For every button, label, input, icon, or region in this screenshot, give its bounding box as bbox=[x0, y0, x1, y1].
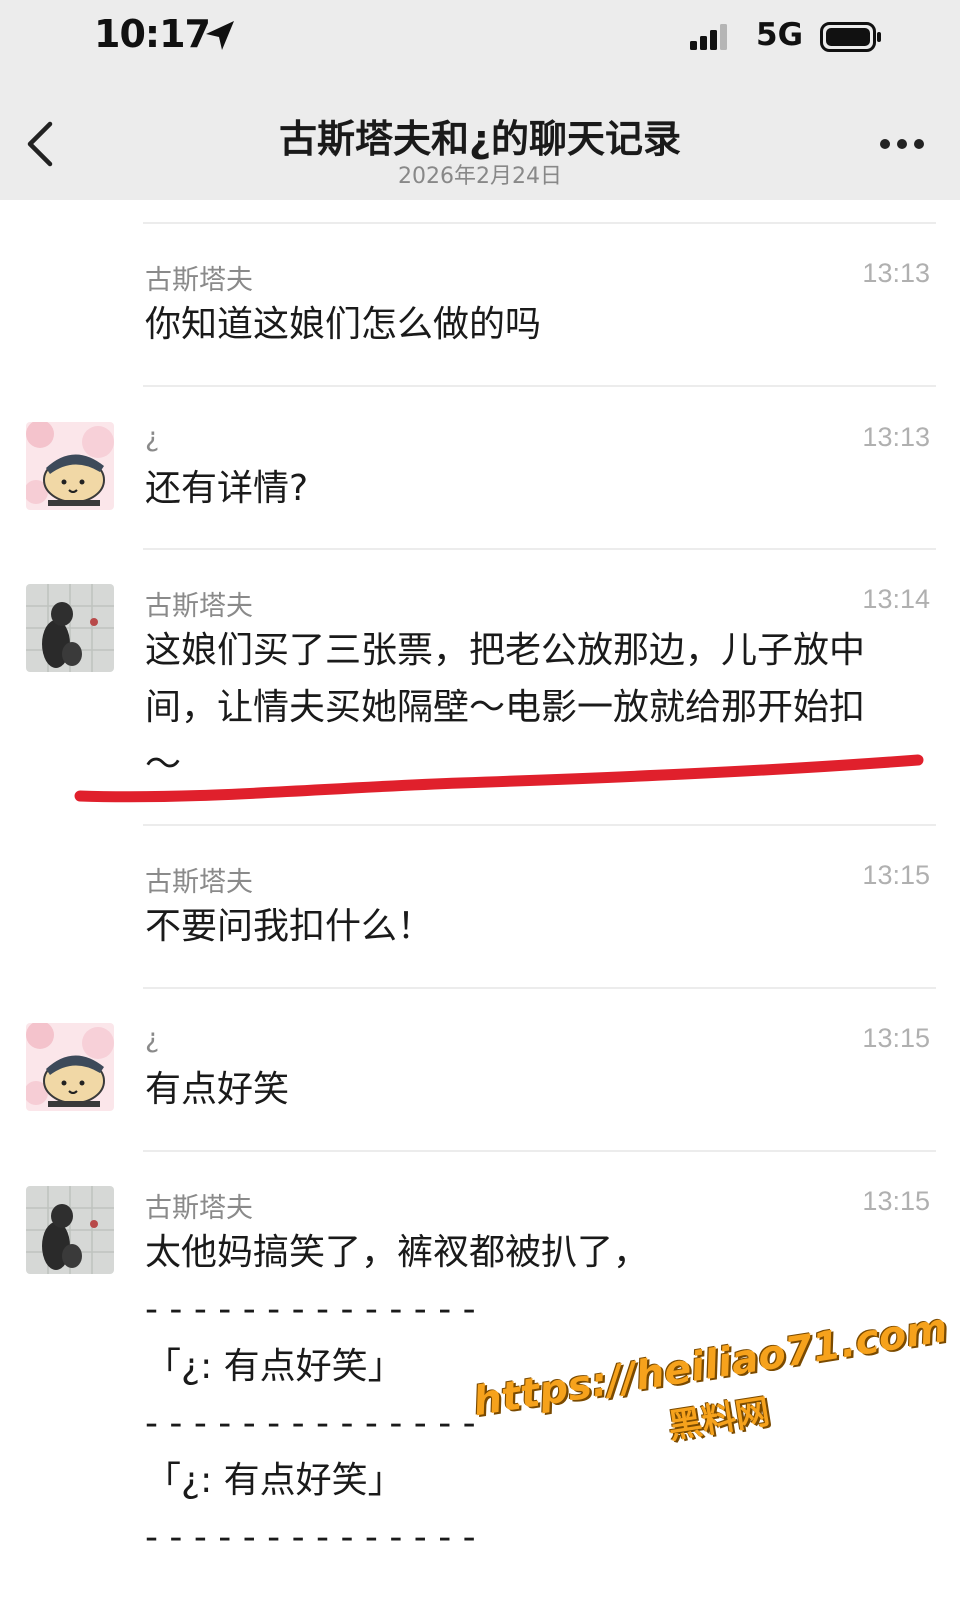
message-text: 有点好笑 bbox=[145, 1061, 925, 1118]
more-icon[interactable] bbox=[878, 136, 926, 152]
message-time: 13:14 bbox=[862, 584, 930, 614]
message-sender: 古斯塔夫 bbox=[145, 265, 253, 296]
photo-avatar-icon bbox=[26, 1186, 114, 1274]
separator-line: - - - - - - - - - - - - - - bbox=[145, 1517, 476, 1558]
message-line: 间，让情夫买她隔壁～电影一放就给那开始扣 bbox=[145, 687, 866, 728]
message-line: 有点好笑 bbox=[145, 1069, 290, 1110]
divider bbox=[143, 987, 936, 989]
divider bbox=[143, 548, 936, 550]
message-line: 太他妈搞笑了，裤衩都被扒了， bbox=[145, 1232, 650, 1273]
battery-icon bbox=[820, 22, 881, 52]
chat-header: 古斯塔夫和¿的聊天记录 2026年2月24日 bbox=[0, 76, 960, 200]
message-line: 不要问我扣什么！ bbox=[145, 906, 434, 947]
network-label: 5G bbox=[756, 17, 804, 53]
message-time: 13:15 bbox=[862, 1186, 930, 1216]
message-sender: ¿ bbox=[145, 422, 160, 453]
avatar[interactable] bbox=[26, 422, 114, 510]
page-date: 2026年2月24日 bbox=[398, 164, 562, 189]
message-line: 还有详情? bbox=[145, 468, 309, 509]
message-sender: 古斯塔夫 bbox=[145, 867, 253, 898]
avatar[interactable] bbox=[26, 584, 114, 672]
photo-avatar-icon bbox=[26, 584, 114, 672]
message-sender: 古斯塔夫 bbox=[145, 1193, 253, 1224]
cartoon-avatar-icon bbox=[26, 422, 114, 510]
message-text: 你知道这娘们怎么做的吗 bbox=[145, 296, 925, 353]
divider bbox=[143, 824, 936, 826]
message-line: 你知道这娘们怎么做的吗 bbox=[145, 304, 542, 345]
message-text: 不要问我扣什么！ bbox=[145, 898, 925, 955]
message-text: 还有详情? bbox=[145, 460, 925, 517]
status-time: 10:17 bbox=[94, 12, 211, 56]
message-time: 13:13 bbox=[862, 422, 930, 452]
divider bbox=[143, 1150, 936, 1152]
message-time: 13:15 bbox=[862, 860, 930, 890]
location-arrow-icon bbox=[206, 21, 234, 50]
status-bar: 10:17 5G bbox=[0, 0, 960, 76]
message-time: 13:15 bbox=[862, 1023, 930, 1053]
message-sender: ¿ bbox=[145, 1023, 160, 1054]
avatar[interactable] bbox=[26, 1186, 114, 1274]
avatar[interactable] bbox=[26, 1023, 114, 1111]
signal-icon bbox=[690, 24, 727, 50]
message-time: 13:13 bbox=[862, 258, 930, 288]
divider bbox=[143, 222, 936, 224]
cartoon-avatar-icon bbox=[26, 1023, 114, 1111]
page-title: 古斯塔夫和¿的聊天记录 bbox=[278, 117, 682, 161]
message-sender: 古斯塔夫 bbox=[145, 591, 253, 622]
message-text: 这娘们买了三张票，把老公放那边，儿子放中 间，让情夫买她隔壁～电影一放就给那开始… bbox=[145, 622, 925, 793]
message-line: ～ bbox=[145, 744, 182, 785]
divider bbox=[143, 385, 936, 387]
message-line: 这娘们买了三张票，把老公放那边，儿子放中 bbox=[145, 630, 866, 671]
